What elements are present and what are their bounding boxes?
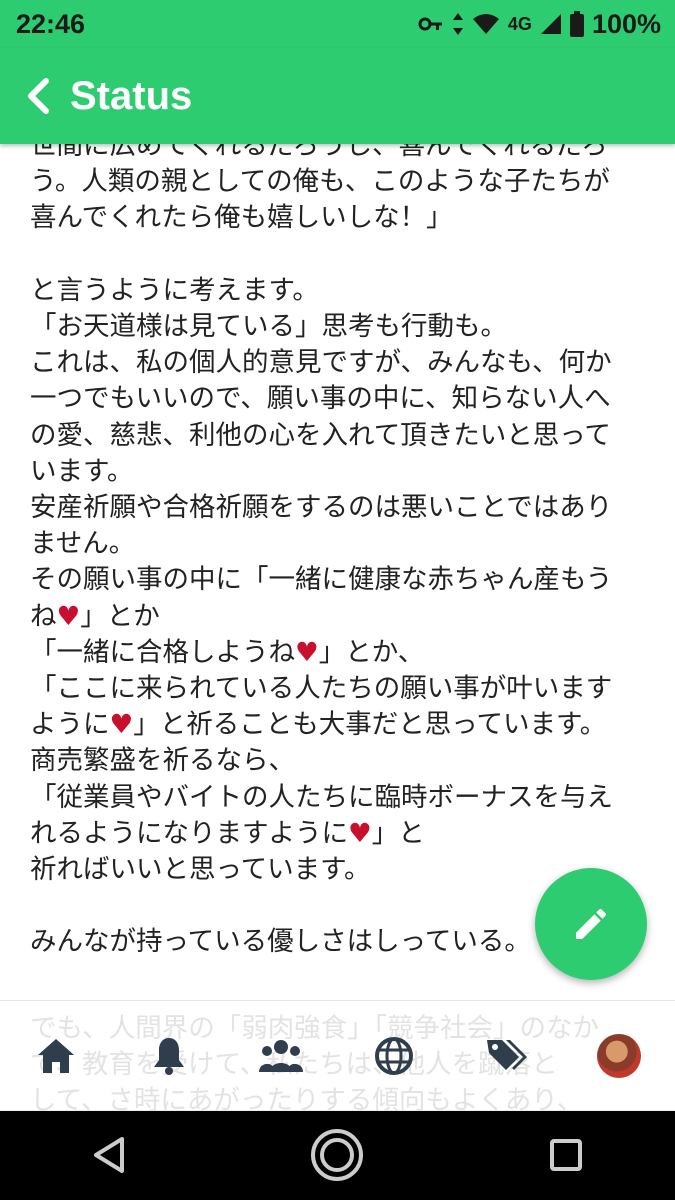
text-fragment: れるようになりますように: [30, 817, 348, 849]
compose-button[interactable]: [535, 868, 647, 980]
back-button[interactable]: [18, 76, 58, 116]
globe-icon: [374, 1037, 413, 1075]
post-line: これは、私の個人的意見ですが、みんなも、何か: [30, 347, 612, 379]
pencil-icon: [576, 908, 607, 939]
bottom-nav: でも、人間界の「弱肉強食」「競争社会」のなかで、教育を受けて、私たちは、他人を蹴…: [0, 1000, 675, 1111]
app-bar: Status: [0, 48, 675, 144]
data-arrows-icon: [452, 13, 463, 35]
post-line: う。人類の親としての俺も、このような子たちが: [30, 166, 610, 198]
avatar: [596, 1034, 641, 1078]
post-line: 「お天道様は見ている」思考も行動も。: [30, 311, 507, 343]
key-icon: [418, 17, 442, 31]
post-body: 世間に広めてくれるだろうし、喜んでくれるだろう。人類の親としての俺も、このような…: [30, 144, 655, 961]
home-circle-icon[interactable]: [310, 1128, 364, 1182]
heart-emoji: ♥: [295, 636, 319, 668]
clock: 22:46: [16, 8, 86, 39]
page-title: Status: [70, 73, 193, 118]
post-line: ません。: [30, 528, 136, 560]
post-line: 世間に広めてくれるだろうし、喜んでくれるだろ: [30, 144, 608, 161]
post-line: ね♥」とか: [30, 599, 655, 635]
battery-icon: [569, 11, 584, 37]
chevron-left-icon: [28, 78, 49, 114]
text-fragment: 「一緒に合格しようね: [30, 636, 295, 668]
back-triangle-icon[interactable]: [92, 1136, 126, 1174]
post-line: その願い事の中に「一緒に健康な赤ちゃん産もう: [30, 564, 613, 596]
status-bar: 22:46 4G 100%: [0, 0, 675, 48]
text-fragment: ね: [30, 600, 57, 632]
post-line: 商売繁盛を祈るなら、: [30, 745, 295, 777]
post-line: れるようになりますように♥」と: [30, 816, 655, 852]
heart-emoji: ♥: [109, 709, 134, 741]
system-icons: 4G 100%: [418, 9, 661, 40]
nav-people[interactable]: [251, 1026, 311, 1086]
nav-profile[interactable]: [589, 1026, 649, 1086]
bell-icon: [153, 1038, 184, 1075]
post-line: 安産祈願や合格祈願をするのは悪いことではあり: [30, 492, 613, 524]
text-fragment: 」とか、: [318, 636, 425, 668]
nav-home[interactable]: [26, 1026, 86, 1086]
network-type: 4G: [507, 13, 532, 34]
text-fragment: ように: [30, 709, 110, 741]
people-icon: [259, 1040, 304, 1072]
text-fragment: 」とか: [80, 600, 160, 632]
heart-emoji: ♥: [56, 600, 81, 632]
post-line: 一つでもいいので、願い事の中に、知らない人へ: [30, 383, 611, 415]
nav-tags[interactable]: [476, 1026, 536, 1086]
nav-federated[interactable]: [364, 1026, 424, 1086]
nav-icons: [0, 1001, 675, 1111]
wifi-icon: [472, 14, 499, 34]
post-line: の愛、慈悲、利他の心を入れて頂きたいと思って: [30, 419, 611, 451]
heart-emoji: ♥: [348, 817, 372, 849]
post-line: ように♥」と祈ることも大事だと思っています。: [30, 707, 655, 743]
home-icon: [38, 1039, 75, 1073]
nav-notifications[interactable]: [139, 1026, 199, 1086]
signal-icon: [540, 14, 561, 34]
text-fragment: 」と: [371, 817, 425, 849]
post-line: 「ここに来られている人たちの願い事が叶います: [30, 673, 613, 705]
recents-square-icon[interactable]: [549, 1138, 583, 1172]
post-line: 「従業員やバイトの人たちに臨時ボーナスを与え: [30, 781, 613, 813]
post-line: います。: [30, 455, 134, 487]
system-nav-bar: [0, 1110, 675, 1200]
battery-percent: 100%: [591, 8, 661, 39]
post-line: 「一緒に合格しようね♥」とか、: [30, 635, 655, 671]
post-line: 喜んでくれたら俺も嬉しいしな！」: [30, 202, 453, 234]
tags-icon: [487, 1040, 528, 1070]
post-line: と言うように考えます。: [30, 274, 319, 306]
text-fragment: 」と祈ることも大事だと思っています。: [133, 709, 607, 741]
